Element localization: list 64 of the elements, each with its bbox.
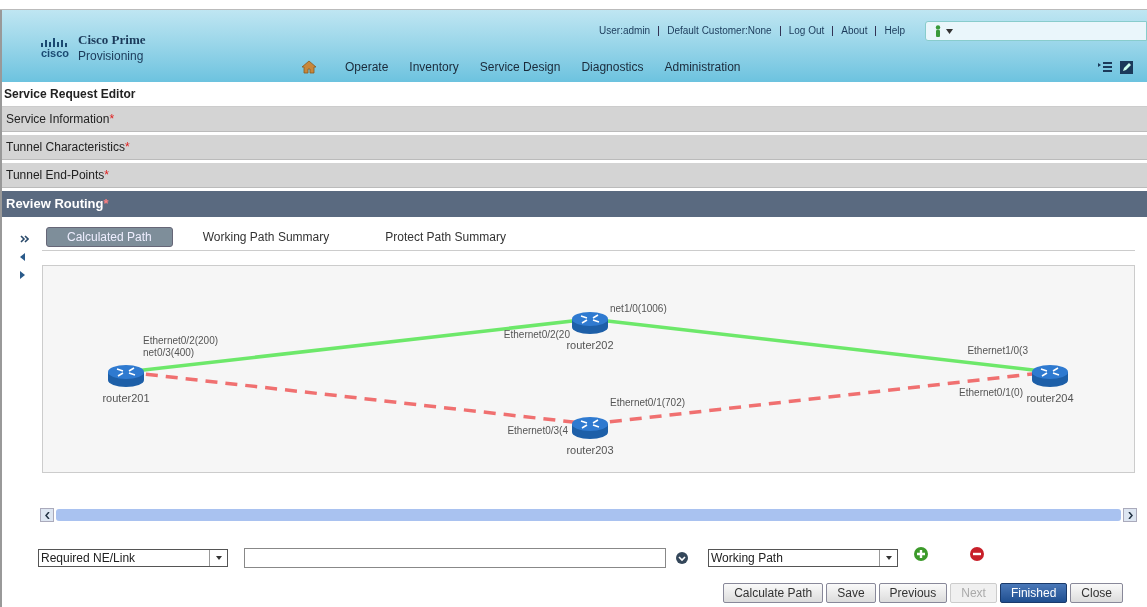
tab[interactable]: Working Path Summary	[176, 226, 356, 247]
caret-icon	[885, 556, 892, 560]
remove-icon[interactable]	[970, 547, 984, 561]
header-link[interactable]: Log Out	[779, 26, 833, 36]
accordion-header[interactable]: Service Information*	[2, 107, 1147, 132]
expand-right-icon[interactable]	[20, 271, 25, 279]
list-icon[interactable]	[1098, 61, 1112, 73]
dropdown-circle-icon[interactable]	[676, 552, 688, 564]
add-icon[interactable]	[914, 547, 928, 561]
header-link[interactable]: Help	[875, 26, 913, 36]
caret-icon[interactable]	[946, 28, 953, 34]
action-button[interactable]: Previous	[878, 583, 948, 603]
logo-icon	[40, 37, 70, 48]
router-icon[interactable]	[1032, 365, 1068, 387]
person-icon	[934, 25, 942, 37]
header-link[interactable]: About	[832, 26, 876, 36]
brand-subtitle: Provisioning	[78, 48, 145, 64]
port-label: Ethernet0/2(200)	[143, 335, 219, 346]
port-label: Ethernet1/0(3	[967, 345, 1028, 356]
accordion-header[interactable]: Review Routing*	[2, 191, 1147, 217]
action-button[interactable]: Finished	[999, 583, 1068, 603]
port-label: net1/0(1006)	[610, 303, 667, 314]
brand-title: Cisco Prime	[78, 32, 146, 49]
port-label: Ethernet0/1(702)	[610, 397, 686, 408]
router-label: router201	[102, 392, 150, 404]
port-label: net0/3(400)	[143, 347, 195, 358]
double-chevron-icon[interactable]	[20, 235, 29, 243]
user-label: User:admin	[598, 26, 652, 36]
path-type-select[interactable]: Working Path	[708, 549, 898, 567]
scrollbar-track[interactable]	[56, 509, 1121, 521]
port-label: Ethernet0/1(0)	[959, 387, 1023, 398]
router-icon[interactable]	[108, 365, 144, 387]
search-field[interactable]	[925, 21, 1147, 41]
router-icon[interactable]	[572, 417, 608, 439]
chevron-left-icon	[44, 511, 50, 519]
port-label: Ethernet0/3(4	[507, 425, 568, 436]
action-button[interactable]: Calculate Path	[723, 583, 824, 603]
logo-text: cisco	[40, 47, 70, 59]
router-label: router204	[1026, 392, 1074, 404]
accordion-header[interactable]: Tunnel End-Points*	[2, 163, 1147, 188]
collapse-left-icon[interactable]	[20, 253, 25, 261]
nav-menu-item[interactable]: Operate	[345, 58, 389, 76]
nav-menu-item[interactable]: Administration	[664, 58, 741, 76]
tab[interactable]: Protect Path Summary	[359, 226, 532, 247]
action-button[interactable]: Save	[826, 583, 876, 603]
edit-icon[interactable]	[1120, 60, 1133, 74]
port-label: Ethernet0/2(20	[503, 329, 570, 340]
page-title: Service Request Editor	[4, 86, 136, 103]
router-label: router203	[566, 444, 614, 456]
router-icon[interactable]	[572, 312, 608, 334]
action-button[interactable]: Close	[1070, 583, 1123, 603]
router-label: router202	[566, 339, 614, 351]
constraint-input-field[interactable]	[244, 548, 666, 568]
scroll-left-button[interactable]	[40, 508, 54, 522]
header-link[interactable]: Default Customer:None	[658, 26, 780, 36]
scroll-right-button[interactable]	[1123, 508, 1137, 522]
nav-menu-item[interactable]: Service Design	[479, 58, 561, 76]
chevron-right-icon	[1127, 511, 1133, 519]
caret-icon	[215, 556, 222, 560]
accordion-header[interactable]: Tunnel Characteristics*	[2, 135, 1147, 160]
constraint-type-select[interactable]: Required NE/Link	[38, 549, 228, 567]
home-icon[interactable]	[301, 60, 317, 74]
nav-menu-item[interactable]: Inventory	[409, 58, 459, 76]
nav-menu-item[interactable]: Diagnostics	[581, 58, 644, 76]
